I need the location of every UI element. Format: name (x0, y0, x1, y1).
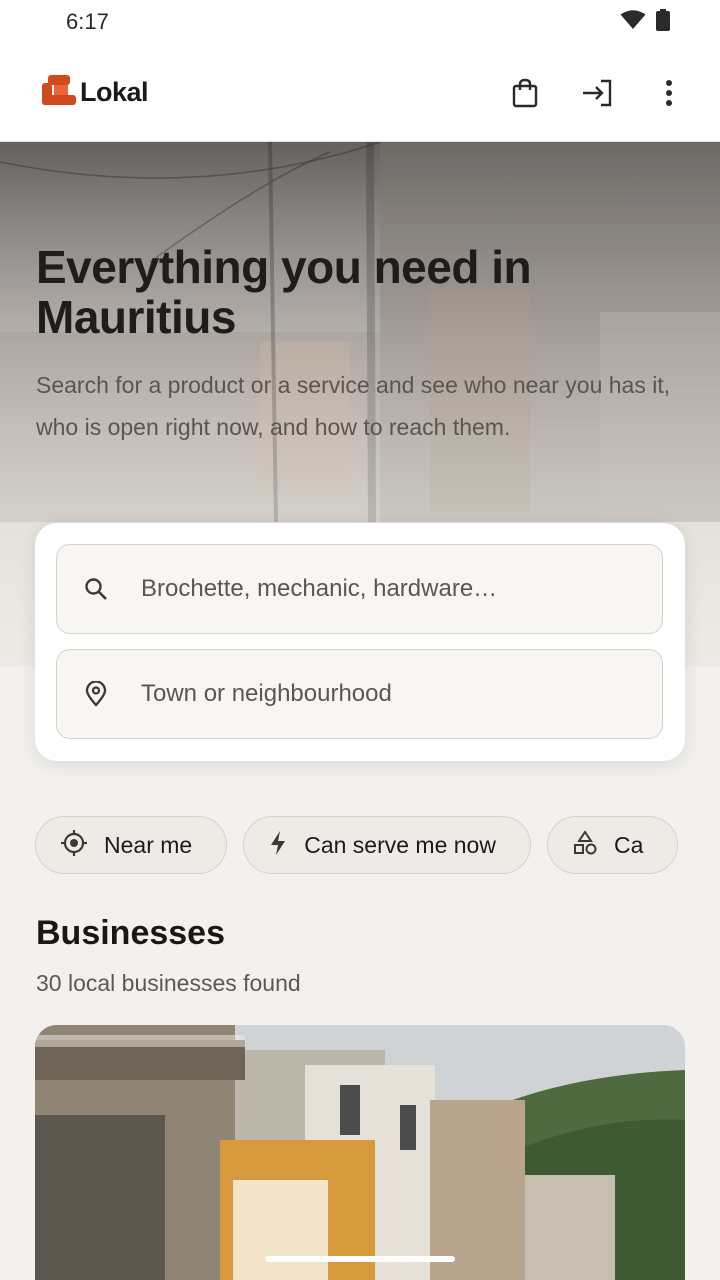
bolt-icon (268, 830, 288, 861)
chip-near-me[interactable]: Near me (35, 816, 228, 874)
chip-label: Ca (613, 831, 644, 858)
crosshair-icon (60, 829, 88, 862)
location-pin-icon (81, 679, 111, 709)
search-input[interactable]: Brochette, mechanic, hardware… (56, 544, 663, 634)
status-bar: 6:17 (0, 0, 720, 44)
categories-icon (572, 829, 598, 861)
chip-label: Can serve me now (304, 831, 496, 858)
battery-icon (656, 8, 670, 36)
search-card: Brochette, mechanic, hardware… Town or n… (35, 523, 685, 761)
search-placeholder: Brochette, mechanic, hardware… (141, 575, 498, 602)
business-photo (35, 1025, 685, 1280)
chip-can-serve-now[interactable]: Can serve me now (243, 816, 531, 874)
sign-in-icon[interactable] (580, 76, 614, 110)
business-card[interactable] (35, 1025, 685, 1280)
status-time: 6:17 (66, 9, 109, 34)
section-title: Businesses (36, 914, 225, 952)
chip-label: Near me (104, 831, 193, 858)
hero-subtitle: Search for a product or a service and se… (36, 372, 671, 440)
logo[interactable]: Lokal (42, 75, 149, 110)
more-vert-icon[interactable] (652, 76, 686, 110)
filter-chips: Near me Can serve me now Ca (35, 816, 685, 876)
home-indicator[interactable] (265, 1256, 455, 1262)
hero-title: Everything you need in Mauritius (36, 241, 532, 343)
logo-text: Lokal (80, 77, 149, 107)
results-count: 30 local businesses found (36, 970, 301, 996)
chip-categories[interactable]: Ca (546, 816, 679, 874)
shopping-bag-icon[interactable] (508, 76, 542, 110)
wifi-icon (620, 9, 646, 35)
search-icon (81, 574, 111, 604)
lokal-logo-icon (42, 75, 76, 110)
status-icons (620, 8, 670, 36)
app-bar-actions (508, 76, 686, 110)
app-bar: Lokal (0, 44, 720, 142)
location-input[interactable]: Town or neighbourhood (56, 649, 663, 739)
location-placeholder: Town or neighbourhood (141, 680, 392, 707)
